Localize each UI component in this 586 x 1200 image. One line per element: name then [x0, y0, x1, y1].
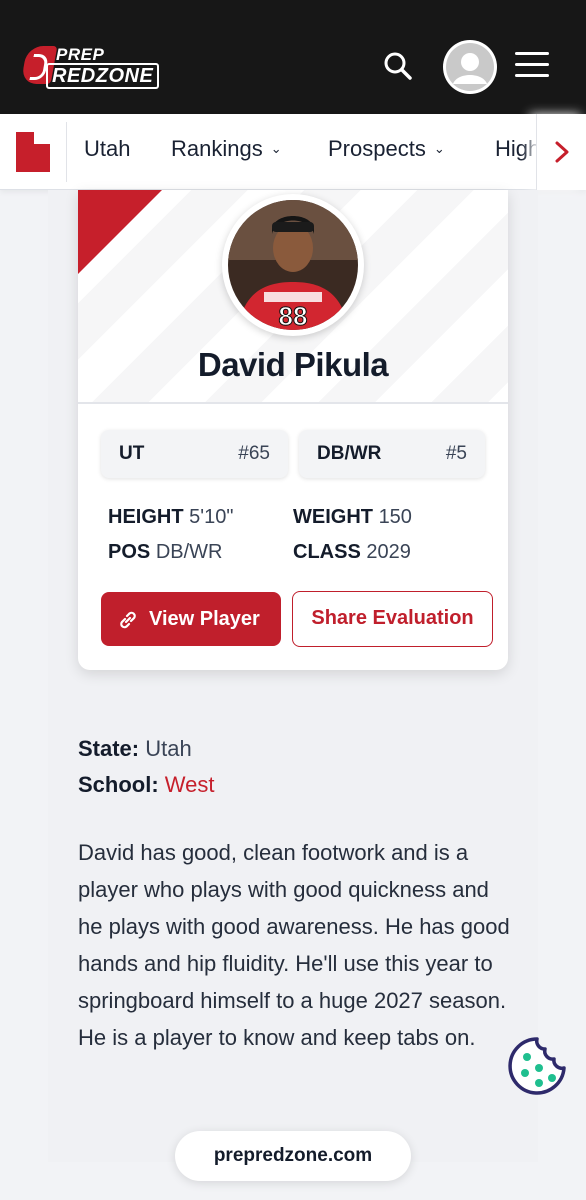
position-stat: POS DB/WR [108, 541, 222, 564]
chevron-right-icon [555, 141, 569, 163]
height-label: HEIGHT [108, 506, 184, 528]
pos-label: POS [108, 541, 151, 563]
weight-value: 150 [378, 506, 412, 528]
state-label: State: [78, 736, 140, 761]
class-value: 2029 [366, 541, 411, 563]
player-photo[interactable]: 88 [222, 194, 364, 336]
view-player-button[interactable]: View Player [101, 592, 281, 646]
banner-red-corner [78, 190, 162, 274]
chevron-down-icon: ⌄ [433, 141, 445, 156]
nav-item-label: Rankings [171, 136, 263, 161]
weight-stat: WEIGHT 150 [293, 506, 412, 529]
utah-state-icon[interactable] [16, 132, 50, 172]
site-url-pill[interactable]: prepredzone.com [175, 1131, 411, 1181]
logo-text-prep: PREP [56, 45, 105, 64]
position-rank-box[interactable]: DB/WR #5 [299, 430, 485, 478]
nav-item-label: Prospects [328, 136, 426, 161]
state-rank-value: #65 [238, 443, 270, 464]
evaluation-text: David has good, clean footwork and is a … [78, 840, 510, 1050]
user-avatar-icon[interactable] [443, 40, 497, 94]
search-icon[interactable] [382, 50, 414, 82]
chevron-down-icon: ⌄ [270, 141, 282, 156]
school-info: School: West [78, 772, 215, 798]
weight-label: WEIGHT [293, 506, 373, 528]
state-info: State: Utah [78, 736, 192, 762]
nav-item-high[interactable]: High [495, 136, 540, 162]
nav-item-label: High [495, 136, 541, 161]
pos-value: DB/WR [155, 541, 223, 563]
prep-redzone-logo[interactable]: PREP REDZONE [20, 42, 160, 90]
state-rank-label: UT [119, 443, 145, 464]
link-icon [120, 611, 136, 629]
height-stat: HEIGHT 5'10" [108, 506, 233, 529]
state-rank-box[interactable]: UT #65 [101, 430, 288, 478]
position-rank-value: #5 [445, 443, 467, 464]
logo-text-redzone: REDZONE [46, 63, 160, 89]
school-label: School: [78, 772, 159, 797]
position-rank-label: DB/WR [317, 443, 382, 464]
class-label: CLASS [293, 541, 361, 563]
share-evaluation-button[interactable]: Share Evaluation [292, 591, 493, 647]
state-value: Utah [145, 736, 192, 761]
player-card: 88 David Pikula UT #65 DB/WR #5 HEIGHT 5… [78, 190, 508, 670]
subnav-divider [66, 122, 67, 182]
school-link[interactable]: West [165, 772, 215, 797]
height-value: 5'10" [189, 506, 234, 528]
player-name: David Pikula [197, 346, 389, 383]
cookie-icon[interactable] [506, 1035, 568, 1097]
nav-item-rankings[interactable]: Rankings ⌄ [171, 136, 282, 162]
hamburger-menu-icon[interactable] [515, 52, 549, 80]
nav-item-label: Utah [84, 136, 131, 161]
view-player-label: View Player [149, 608, 260, 630]
class-stat: CLASS 2029 [293, 541, 411, 564]
nav-item-utah[interactable]: Utah [84, 136, 130, 162]
nav-item-prospects[interactable]: Prospects ⌄ [328, 136, 445, 162]
subnav-scroll-right-button[interactable] [536, 114, 586, 190]
svg-text:88: 88 [279, 301, 308, 330]
